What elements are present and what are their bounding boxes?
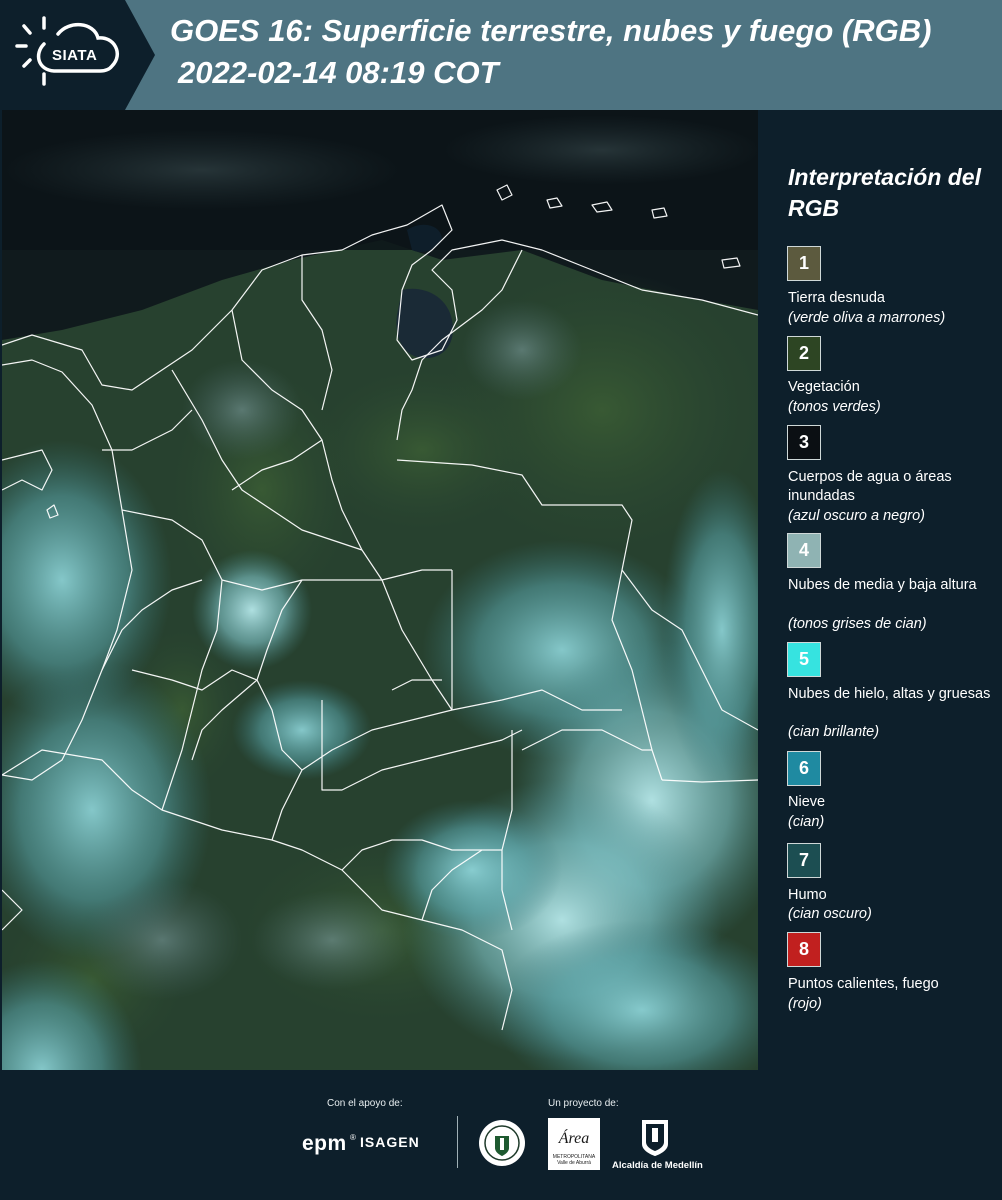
isagen-logo: ISAGEN (360, 1134, 420, 1150)
epm-mark-icon: ® (350, 1133, 356, 1142)
footer: Con el apoyo de: Un proyecto de: epm ISA… (0, 1070, 1002, 1200)
legend-label-4: Nubes de media y baja altura (788, 577, 977, 593)
epm-logo: epm (302, 1132, 347, 1155)
legend-note-6: (cian) (788, 814, 825, 830)
legend-title: Interpretación del RGB (788, 164, 981, 221)
project-caption: Un proyecto de: (548, 1098, 619, 1109)
footer-divider (457, 1116, 458, 1168)
page-title: GOES 16: Superficie terrestre, nubes y f… (170, 13, 932, 48)
page-timestamp: 2022-02-14 08:19 COT (178, 55, 499, 90)
legend-label-5: Nubes de hielo, altas y gruesas (788, 686, 991, 702)
siata-logo-text: SIATA (52, 47, 98, 64)
legend-note-8: (rojo) (788, 996, 822, 1012)
svg-text:®: ® (350, 1133, 356, 1142)
logo-block: SIATA (0, 0, 125, 110)
legend-label-3: Cuerpos de agua o áreas inundadas (788, 469, 952, 504)
university-seal-icon (479, 1120, 525, 1166)
area-logo-subtext: METROPOLITANA Valle de Aburrá (552, 1154, 596, 1166)
legend-label-6: Nieve (788, 794, 826, 810)
legend-note-5: (cian brillante) (788, 724, 880, 740)
support-caption: Con el apoyo de: (327, 1098, 403, 1109)
alcaldia-shield-icon (642, 1120, 668, 1156)
legend-swatch-1: 1 (787, 246, 821, 281)
satellite-map[interactable] (2, 110, 758, 1070)
satellite-rgb-map-image (2, 110, 758, 1070)
rgb-legend: Interpretación del RGB 1 Tierra desnuda … (760, 110, 1002, 1070)
header-bar: SIATA GOES 16: Superficie terrestre, nub… (0, 0, 1002, 110)
legend-swatch-8: 8 (787, 932, 821, 967)
legend-note-1: (verde oliva a marrones) (788, 310, 946, 326)
legend-label-7: Humo (788, 887, 827, 903)
legend-swatch-4: 4 (787, 533, 821, 568)
legend-note-3: (azul oscuro a negro) (788, 508, 926, 524)
legend-label-1: Tierra desnuda (788, 290, 885, 306)
legend-note-4: (tonos grises de cian) (788, 616, 927, 632)
legend-label-2: Vegetación (788, 379, 860, 395)
legend-note-2: (tonos verdes) (788, 399, 881, 415)
legend-swatch-2: 2 (787, 336, 821, 371)
logo-arrow (125, 0, 155, 110)
legend-label-8: Puntos calientes, fuego (788, 976, 939, 992)
area-metropolitana-logo: Área METROPOLITANA Valle de Aburrá (548, 1118, 600, 1170)
area-logo-text: Área (558, 1130, 590, 1147)
legend-swatch-5: 5 (787, 642, 821, 677)
legend-note-7: (cian oscuro) (788, 906, 872, 922)
legend-swatch-3: 3 (787, 425, 821, 460)
legend-swatch-7: 7 (787, 843, 821, 878)
legend-swatch-6: 6 (787, 751, 821, 786)
alcaldia-logo-text: Alcaldía de Medellín (612, 1160, 703, 1171)
